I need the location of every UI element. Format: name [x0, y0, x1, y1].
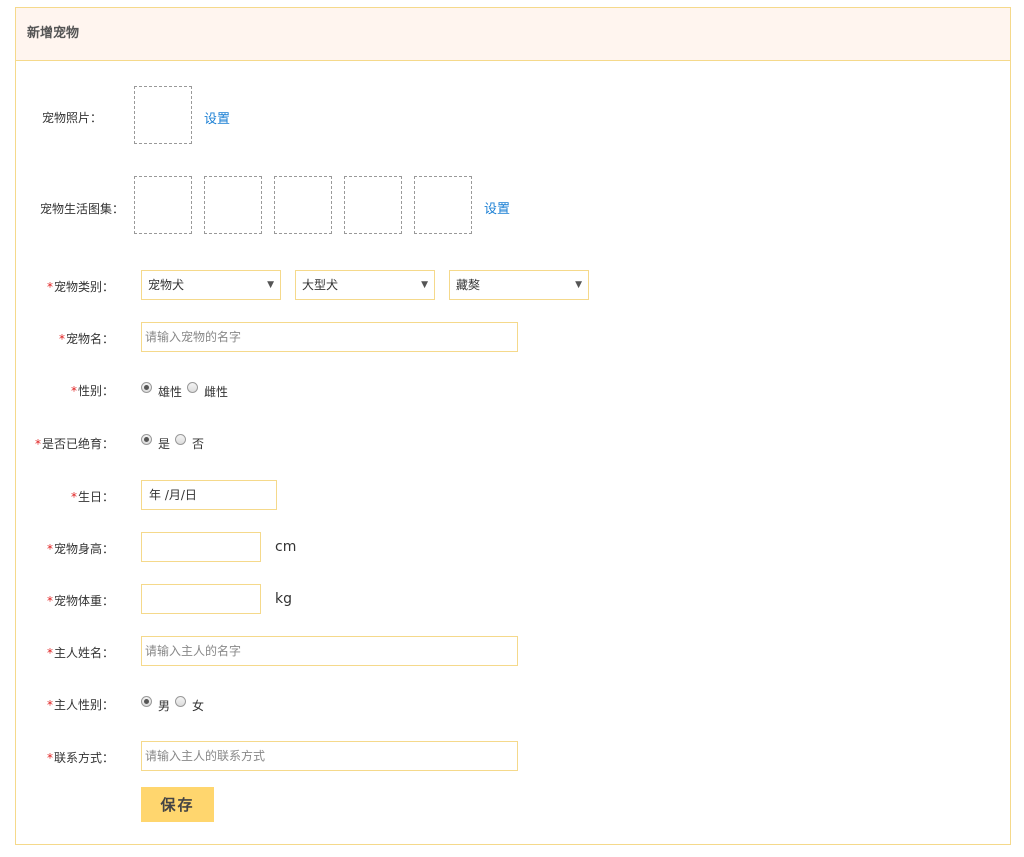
save-button[interactable]: 保存 [141, 787, 214, 822]
owner-gender-label: *主人性别： [46, 698, 114, 712]
pet-gallery-label: 宠物生活图集： [39, 202, 124, 216]
gallery-slot[interactable] [344, 176, 402, 234]
gender-male-label: 雄性 [158, 385, 183, 399]
pet-name-label: *宠物名： [58, 332, 114, 346]
height-unit: cm [275, 539, 297, 555]
owner-name-input[interactable]: 请输入主人的名字 [141, 636, 518, 666]
gallery-slot[interactable] [134, 176, 192, 234]
pet-gallery-set-link[interactable]: 设置 [484, 198, 510, 217]
birthday-date-input[interactable]: 年 /月/日 [141, 480, 277, 510]
gender-male-radio[interactable] [141, 382, 152, 393]
gallery-slot[interactable] [204, 176, 262, 234]
chevron-down-icon: ▼ [575, 280, 582, 290]
pet-weight-label: *宠物体重： [46, 594, 114, 608]
neutered-yes-label: 是 [158, 437, 171, 451]
owner-female-radio[interactable] [175, 696, 186, 707]
gender-female-radio[interactable] [187, 382, 198, 393]
neutered-no-label: 否 [192, 437, 205, 451]
category-select-breed[interactable]: 藏獒 ▼ [449, 270, 589, 300]
neutered-label: *是否已绝育： [34, 437, 114, 451]
pet-height-label: *宠物身高： [46, 542, 114, 556]
pet-gender-label: *性别： [70, 384, 114, 398]
owner-female-label: 女 [192, 699, 205, 713]
owner-male-label: 男 [158, 699, 171, 713]
chevron-down-icon: ▼ [421, 280, 428, 290]
contact-input[interactable]: 请输入主人的联系方式 [141, 741, 518, 771]
pet-height-input[interactable] [141, 532, 261, 562]
owner-male-radio[interactable] [141, 696, 152, 707]
owner-name-label: *主人姓名： [46, 646, 114, 660]
neutered-no-radio[interactable] [175, 434, 186, 445]
pet-photo-set-link[interactable]: 设置 [204, 108, 230, 127]
birthday-label: *生日： [70, 490, 114, 504]
category-select-size[interactable]: 大型犬 ▼ [295, 270, 435, 300]
neutered-yes-radio[interactable] [141, 434, 152, 445]
category-select-type[interactable]: 宠物犬 ▼ [141, 270, 281, 300]
gender-female-label: 雌性 [204, 385, 229, 399]
chevron-down-icon: ▼ [267, 280, 274, 290]
pet-photo-slot[interactable] [134, 86, 192, 144]
weight-unit: kg [275, 591, 292, 607]
pet-category-label: *宠物类别： [46, 280, 114, 294]
pet-weight-input[interactable] [141, 584, 261, 614]
contact-label: *联系方式： [46, 751, 114, 765]
gallery-slot[interactable] [414, 176, 472, 234]
pet-photo-label: 宠物照片： [41, 111, 102, 125]
gallery-slot[interactable] [274, 176, 332, 234]
pet-name-input[interactable]: 请输入宠物的名字 [141, 322, 518, 352]
panel-title: 新增宠物 [16, 8, 1010, 61]
